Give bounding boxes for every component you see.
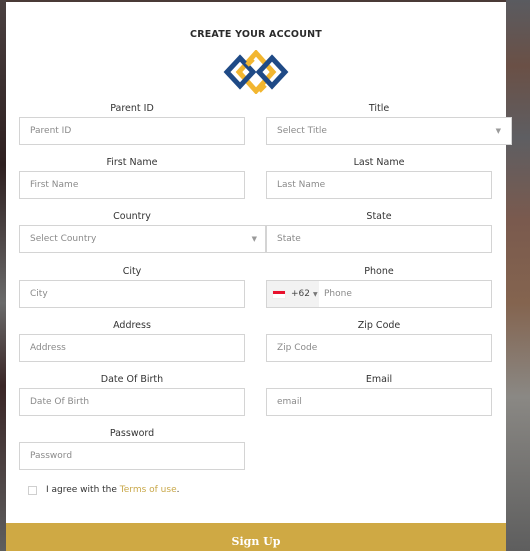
date-of-birth-input[interactable] — [19, 388, 245, 416]
email-label: Email — [365, 374, 393, 385]
zip-code-input[interactable] — [266, 334, 492, 362]
first-name-input[interactable] — [19, 171, 245, 199]
sign-up-button[interactable]: Sign Up — [6, 523, 506, 551]
title-select-value: Select Title — [277, 126, 327, 136]
zip-code-label: Zip Code — [357, 320, 401, 331]
last-name-label: Last Name — [353, 157, 405, 168]
phone-label: Phone — [364, 266, 394, 277]
country-select-value: Select Country — [30, 234, 97, 244]
country-select[interactable]: Select Country ▼ — [19, 225, 266, 253]
form-title: CREATE YOUR ACCOUNT — [190, 29, 322, 40]
password-label: Password — [109, 428, 155, 439]
address-input[interactable] — [19, 334, 245, 362]
date-of-birth-label: Date Of Birth — [100, 374, 164, 385]
background-image-right — [506, 0, 530, 551]
chevron-down-icon: ▼ — [313, 290, 318, 298]
password-input[interactable] — [19, 442, 245, 470]
country-code-dropdown[interactable]: +62 ▼ — [267, 281, 319, 307]
last-name-input[interactable] — [266, 171, 492, 199]
parent-id-input[interactable] — [19, 117, 245, 145]
terms-of-use-link[interactable]: Terms of use — [120, 485, 177, 495]
title-label: Title — [368, 103, 390, 114]
phone-input[interactable] — [319, 281, 491, 307]
title-select[interactable]: Select Title ▼ — [266, 117, 512, 145]
first-name-label: First Name — [106, 157, 158, 168]
terms-prefix: I agree with the — [46, 485, 120, 495]
city-input[interactable] — [19, 280, 245, 308]
address-label: Address — [113, 320, 151, 331]
country-code-value: +62 — [291, 289, 310, 299]
city-label: City — [122, 266, 142, 277]
indonesia-flag-icon — [272, 289, 286, 299]
state-input[interactable] — [266, 225, 492, 253]
chevron-down-icon: ▼ — [251, 235, 257, 243]
terms-suffix: . — [176, 485, 180, 495]
state-label: State — [366, 211, 392, 222]
country-label: Country — [113, 211, 151, 222]
phone-field: +62 ▼ — [266, 280, 492, 308]
terms-checkbox[interactable] — [28, 485, 37, 495]
parent-id-label: Parent ID — [110, 103, 154, 114]
signup-form-panel: CREATE YOUR ACCOUNT Parent ID Title Sele… — [6, 2, 512, 551]
terms-agreement: I agree with the Terms of use . — [28, 485, 180, 495]
email-input[interactable] — [266, 388, 492, 416]
logo-icon — [223, 50, 289, 94]
chevron-down-icon: ▼ — [495, 127, 501, 135]
